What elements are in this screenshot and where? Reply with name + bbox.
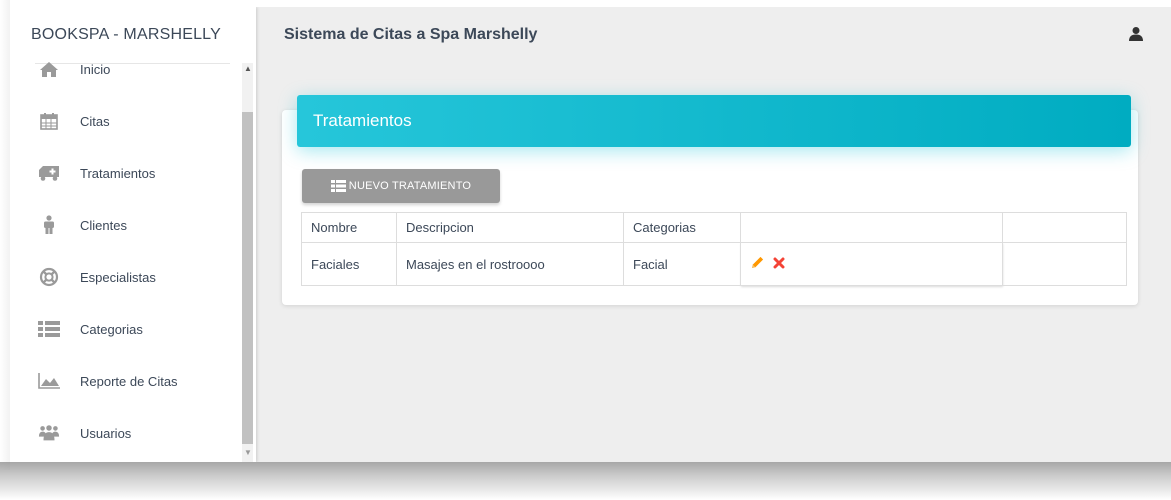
sidebar-item-label: Inicio (80, 61, 111, 77)
users-icon (38, 422, 60, 444)
sidebar: BOOKSPA - MARSHELLY Inicio Citas Tratami… (10, 7, 256, 462)
sidebar-item-label: Usuarios (80, 425, 132, 441)
delete-x-icon[interactable] (773, 257, 785, 272)
treatments-table: Nombre Descripcion Categorias Faciales M… (301, 212, 1127, 286)
col-header-categorias: Categorias (623, 212, 741, 243)
card-header: Tratamientos (297, 95, 1131, 147)
sidebar-item-clientes[interactable]: Clientes (10, 205, 242, 245)
window-shadow (0, 462, 1171, 500)
sidebar-scrollbar-thumb[interactable] (242, 112, 253, 444)
sidebar-item-label: Reporte de Citas (80, 373, 178, 389)
cell-categoria: Facial (623, 242, 741, 286)
sidebar-item-tratamientos[interactable]: Tratamientos (10, 153, 242, 193)
col-header-actions (740, 212, 1003, 243)
table-header-row: Nombre Descripcion Categorias (301, 212, 1127, 243)
cell-nombre: Faciales (301, 242, 397, 286)
sidebar-item-reporte-de-citas[interactable]: Reporte de Citas (10, 361, 242, 401)
new-treatment-label: NUEVO TRATAMIENTO (348, 180, 472, 192)
new-treatment-button[interactable]: NUEVO TRATAMIENTO (302, 169, 500, 203)
calendar-icon (38, 110, 60, 132)
cell-descripcion: Masajes en el rostroooo (396, 242, 624, 286)
col-header-descripcion: Descripcion (396, 212, 624, 243)
sidebar-item-categorias[interactable]: Categorias (10, 309, 242, 349)
list-icon (38, 318, 60, 340)
home-icon (38, 58, 60, 80)
col-header-nombre: Nombre (301, 212, 397, 243)
lifebuoy-icon (38, 266, 60, 288)
area-chart-icon (38, 370, 60, 392)
user-icon[interactable] (1128, 26, 1144, 42)
sidebar-item-label: Clientes (80, 217, 127, 233)
page-title: Sistema de Citas a Spa Marshelly (284, 26, 538, 43)
sidebar-item-label: Especialistas (80, 269, 156, 285)
sidebar-item-especialistas[interactable]: Especialistas (10, 257, 242, 297)
col-header-extra (1002, 212, 1127, 243)
sidebar-item-citas[interactable]: Citas (10, 101, 242, 141)
row-actions (750, 255, 1002, 273)
app-window: BOOKSPA - MARSHELLY Inicio Citas Tratami… (10, 7, 1171, 462)
sidebar-item-inicio[interactable]: Inicio (10, 49, 242, 89)
person-icon (38, 214, 60, 236)
scroll-up-arrow-icon[interactable]: ▲ (244, 65, 252, 73)
list-icon (330, 180, 346, 192)
cell-extra (1002, 242, 1127, 286)
sidebar-item-usuarios[interactable]: Usuarios (10, 413, 242, 453)
sidebar-item-label: Citas (80, 113, 110, 129)
scroll-down-arrow-icon[interactable]: ▼ (244, 449, 252, 457)
sidebar-item-label: Tratamientos (80, 165, 156, 181)
sidebar-item-label: Categorias (80, 321, 143, 337)
table-row: Faciales Masajes en el rostroooo Facial (301, 242, 1127, 286)
left-shadow (0, 0, 10, 470)
ambulance-icon (38, 162, 60, 184)
card-title: Tratamientos (313, 111, 412, 130)
edit-pencil-icon[interactable] (750, 255, 765, 273)
cell-actions (740, 242, 1003, 286)
